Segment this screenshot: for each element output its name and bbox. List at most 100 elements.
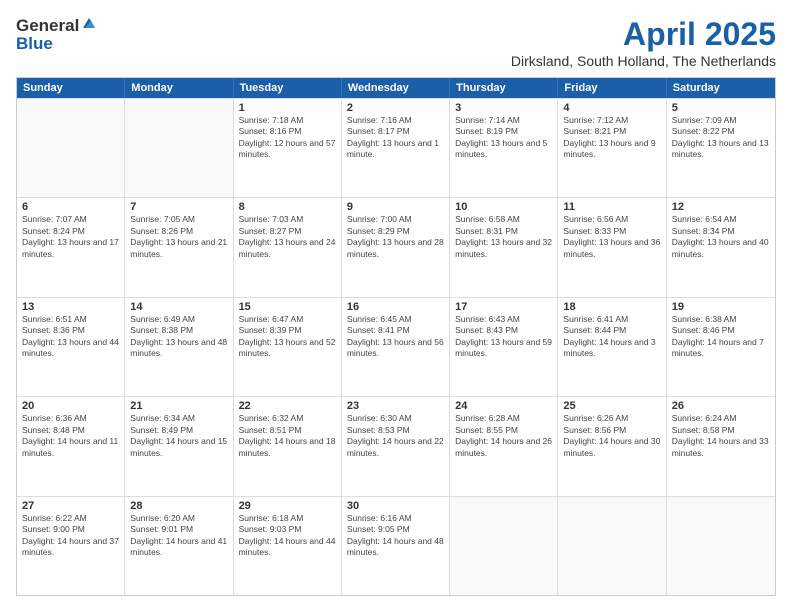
day-number: 20 <box>22 400 119 412</box>
day-details: Sunrise: 7:18 AM Sunset: 8:16 PM Dayligh… <box>239 115 336 161</box>
calendar-cell: 15Sunrise: 6:47 AM Sunset: 8:39 PM Dayli… <box>234 298 342 396</box>
calendar-row: 27Sunrise: 6:22 AM Sunset: 9:00 PM Dayli… <box>17 496 775 595</box>
calendar-cell: 4Sunrise: 7:12 AM Sunset: 8:21 PM Daylig… <box>558 99 666 197</box>
calendar-cell: 2Sunrise: 7:16 AM Sunset: 8:17 PM Daylig… <box>342 99 450 197</box>
day-details: Sunrise: 7:05 AM Sunset: 8:26 PM Dayligh… <box>130 214 227 260</box>
calendar-cell: 19Sunrise: 6:38 AM Sunset: 8:46 PM Dayli… <box>667 298 775 396</box>
day-number: 2 <box>347 102 444 114</box>
calendar-cell: 22Sunrise: 6:32 AM Sunset: 8:51 PM Dayli… <box>234 397 342 495</box>
calendar-cell: 18Sunrise: 6:41 AM Sunset: 8:44 PM Dayli… <box>558 298 666 396</box>
calendar-cell: 5Sunrise: 7:09 AM Sunset: 8:22 PM Daylig… <box>667 99 775 197</box>
day-number: 24 <box>455 400 552 412</box>
day-details: Sunrise: 6:26 AM Sunset: 8:56 PM Dayligh… <box>563 413 660 459</box>
day-details: Sunrise: 7:00 AM Sunset: 8:29 PM Dayligh… <box>347 214 444 260</box>
calendar-row: 6Sunrise: 7:07 AM Sunset: 8:24 PM Daylig… <box>17 197 775 296</box>
calendar-cell: 30Sunrise: 6:16 AM Sunset: 9:05 PM Dayli… <box>342 497 450 595</box>
calendar-row: 20Sunrise: 6:36 AM Sunset: 8:48 PM Dayli… <box>17 396 775 495</box>
calendar-cell: 9Sunrise: 7:00 AM Sunset: 8:29 PM Daylig… <box>342 198 450 296</box>
day-number: 13 <box>22 301 119 313</box>
day-number: 3 <box>455 102 552 114</box>
day-details: Sunrise: 6:49 AM Sunset: 8:38 PM Dayligh… <box>130 314 227 360</box>
calendar-cell: 12Sunrise: 6:54 AM Sunset: 8:34 PM Dayli… <box>667 198 775 296</box>
calendar-cell: 27Sunrise: 6:22 AM Sunset: 9:00 PM Dayli… <box>17 497 125 595</box>
day-number: 15 <box>239 301 336 313</box>
weekday-header: Sunday <box>17 78 125 98</box>
day-details: Sunrise: 6:51 AM Sunset: 8:36 PM Dayligh… <box>22 314 119 360</box>
calendar: SundayMondayTuesdayWednesdayThursdayFrid… <box>16 77 776 596</box>
day-number: 14 <box>130 301 227 313</box>
calendar-cell: 28Sunrise: 6:20 AM Sunset: 9:01 PM Dayli… <box>125 497 233 595</box>
day-number: 16 <box>347 301 444 313</box>
header: General Blue April 2025 Dirksland, South… <box>16 16 776 69</box>
day-details: Sunrise: 6:16 AM Sunset: 9:05 PM Dayligh… <box>347 513 444 559</box>
day-details: Sunrise: 6:56 AM Sunset: 8:33 PM Dayligh… <box>563 214 660 260</box>
calendar-cell: 7Sunrise: 7:05 AM Sunset: 8:26 PM Daylig… <box>125 198 233 296</box>
page: General Blue April 2025 Dirksland, South… <box>0 0 792 612</box>
day-number: 6 <box>22 201 119 213</box>
day-number: 28 <box>130 500 227 512</box>
weekday-header: Friday <box>558 78 666 98</box>
calendar-cell: 8Sunrise: 7:03 AM Sunset: 8:27 PM Daylig… <box>234 198 342 296</box>
day-number: 8 <box>239 201 336 213</box>
day-number: 11 <box>563 201 660 213</box>
day-number: 17 <box>455 301 552 313</box>
day-number: 10 <box>455 201 552 213</box>
day-details: Sunrise: 6:24 AM Sunset: 8:58 PM Dayligh… <box>672 413 770 459</box>
calendar-cell: 14Sunrise: 6:49 AM Sunset: 8:38 PM Dayli… <box>125 298 233 396</box>
day-number: 21 <box>130 400 227 412</box>
calendar-cell <box>558 497 666 595</box>
day-details: Sunrise: 7:14 AM Sunset: 8:19 PM Dayligh… <box>455 115 552 161</box>
day-number: 12 <box>672 201 770 213</box>
calendar-body: 1Sunrise: 7:18 AM Sunset: 8:16 PM Daylig… <box>17 98 775 595</box>
day-number: 25 <box>563 400 660 412</box>
calendar-cell: 3Sunrise: 7:14 AM Sunset: 8:19 PM Daylig… <box>450 99 558 197</box>
calendar-cell: 24Sunrise: 6:28 AM Sunset: 8:55 PM Dayli… <box>450 397 558 495</box>
title-block: April 2025 Dirksland, South Holland, The… <box>511 16 776 69</box>
day-details: Sunrise: 6:32 AM Sunset: 8:51 PM Dayligh… <box>239 413 336 459</box>
calendar-cell <box>125 99 233 197</box>
logo-blue: Blue <box>16 34 97 54</box>
logo: General Blue <box>16 16 97 54</box>
day-details: Sunrise: 7:03 AM Sunset: 8:27 PM Dayligh… <box>239 214 336 260</box>
day-number: 30 <box>347 500 444 512</box>
day-details: Sunrise: 6:18 AM Sunset: 9:03 PM Dayligh… <box>239 513 336 559</box>
day-number: 18 <box>563 301 660 313</box>
calendar-cell: 25Sunrise: 6:26 AM Sunset: 8:56 PM Dayli… <box>558 397 666 495</box>
day-details: Sunrise: 6:36 AM Sunset: 8:48 PM Dayligh… <box>22 413 119 459</box>
month-title: April 2025 <box>511 16 776 53</box>
day-details: Sunrise: 6:45 AM Sunset: 8:41 PM Dayligh… <box>347 314 444 360</box>
calendar-cell: 13Sunrise: 6:51 AM Sunset: 8:36 PM Dayli… <box>17 298 125 396</box>
day-details: Sunrise: 7:12 AM Sunset: 8:21 PM Dayligh… <box>563 115 660 161</box>
day-details: Sunrise: 6:58 AM Sunset: 8:31 PM Dayligh… <box>455 214 552 260</box>
day-details: Sunrise: 7:07 AM Sunset: 8:24 PM Dayligh… <box>22 214 119 260</box>
day-details: Sunrise: 7:16 AM Sunset: 8:17 PM Dayligh… <box>347 115 444 161</box>
day-number: 9 <box>347 201 444 213</box>
calendar-cell: 29Sunrise: 6:18 AM Sunset: 9:03 PM Dayli… <box>234 497 342 595</box>
day-number: 26 <box>672 400 770 412</box>
day-number: 1 <box>239 102 336 114</box>
day-details: Sunrise: 6:47 AM Sunset: 8:39 PM Dayligh… <box>239 314 336 360</box>
weekday-header: Monday <box>125 78 233 98</box>
day-details: Sunrise: 7:09 AM Sunset: 8:22 PM Dayligh… <box>672 115 770 161</box>
calendar-cell: 1Sunrise: 7:18 AM Sunset: 8:16 PM Daylig… <box>234 99 342 197</box>
day-details: Sunrise: 6:43 AM Sunset: 8:43 PM Dayligh… <box>455 314 552 360</box>
calendar-cell: 10Sunrise: 6:58 AM Sunset: 8:31 PM Dayli… <box>450 198 558 296</box>
day-number: 5 <box>672 102 770 114</box>
day-number: 4 <box>563 102 660 114</box>
calendar-cell: 16Sunrise: 6:45 AM Sunset: 8:41 PM Dayli… <box>342 298 450 396</box>
logo-icon <box>81 16 97 32</box>
day-number: 23 <box>347 400 444 412</box>
day-number: 7 <box>130 201 227 213</box>
day-details: Sunrise: 6:20 AM Sunset: 9:01 PM Dayligh… <box>130 513 227 559</box>
calendar-row: 13Sunrise: 6:51 AM Sunset: 8:36 PM Dayli… <box>17 297 775 396</box>
day-details: Sunrise: 6:54 AM Sunset: 8:34 PM Dayligh… <box>672 214 770 260</box>
day-details: Sunrise: 6:30 AM Sunset: 8:53 PM Dayligh… <box>347 413 444 459</box>
calendar-cell <box>17 99 125 197</box>
day-number: 19 <box>672 301 770 313</box>
calendar-cell: 20Sunrise: 6:36 AM Sunset: 8:48 PM Dayli… <box>17 397 125 495</box>
day-number: 27 <box>22 500 119 512</box>
day-details: Sunrise: 6:38 AM Sunset: 8:46 PM Dayligh… <box>672 314 770 360</box>
calendar-cell: 23Sunrise: 6:30 AM Sunset: 8:53 PM Dayli… <box>342 397 450 495</box>
day-details: Sunrise: 6:41 AM Sunset: 8:44 PM Dayligh… <box>563 314 660 360</box>
calendar-cell: 21Sunrise: 6:34 AM Sunset: 8:49 PM Dayli… <box>125 397 233 495</box>
